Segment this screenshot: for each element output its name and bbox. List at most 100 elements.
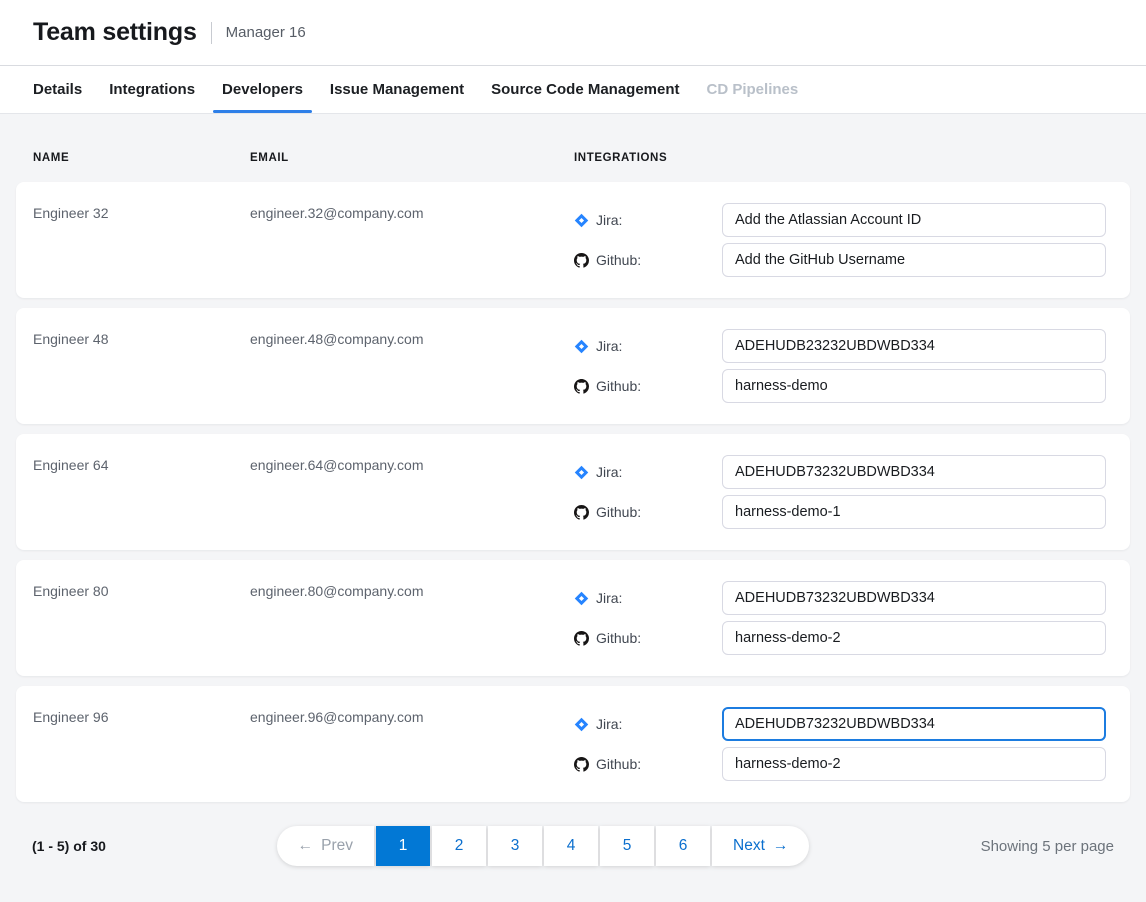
tab-label: Details (33, 81, 82, 98)
engineer-name: Engineer 96 (33, 707, 250, 783)
column-header-email: EMAIL (250, 152, 574, 164)
tab-developers[interactable]: Developers (222, 66, 303, 113)
tab-cd-pipelines: CD Pipelines (707, 66, 799, 113)
jira-account-id-input[interactable] (722, 203, 1106, 237)
pagination-bar: (1 - 5) of 30 ← Prev 1 2 3 4 5 6 Next → … (16, 826, 1130, 866)
jira-icon (574, 591, 589, 606)
page-number-button-6[interactable]: 6 (656, 826, 710, 866)
next-page-button[interactable]: Next → (712, 826, 809, 866)
page-header: Team settings Manager 16 (0, 0, 1146, 66)
tab-bar: Details Integrations Developers Issue Ma… (0, 66, 1146, 114)
page-number-button-1[interactable]: 1 (376, 826, 430, 866)
github-label-text: Github: (596, 756, 641, 772)
table-header-row: NAME EMAIL INTEGRATIONS (16, 130, 1130, 164)
tab-integrations[interactable]: Integrations (109, 66, 195, 113)
pager: ← Prev 1 2 3 4 5 6 Next → (277, 826, 810, 866)
jira-label-text: Jira: (596, 590, 622, 606)
github-icon (574, 757, 589, 772)
jira-label-text: Jira: (596, 716, 622, 732)
github-label: Github: (574, 756, 722, 772)
jira-label: Jira: (574, 212, 722, 228)
engineer-name: Engineer 64 (33, 455, 250, 531)
github-username-input[interactable] (722, 243, 1106, 277)
page-number-button-5[interactable]: 5 (600, 826, 654, 866)
jira-integration-line: Jira: (574, 707, 1106, 741)
github-username-input[interactable] (722, 747, 1106, 781)
title-divider (211, 22, 212, 44)
engineer-email: engineer.64@company.com (250, 455, 574, 531)
github-integration-line: Github: (574, 495, 1106, 529)
page-number-button-2[interactable]: 2 (432, 826, 486, 866)
jira-integration-line: Jira: (574, 455, 1106, 489)
github-integration-line: Github: (574, 621, 1106, 655)
github-label: Github: (574, 630, 722, 646)
github-username-input[interactable] (722, 621, 1106, 655)
engineer-name: Engineer 48 (33, 329, 250, 405)
jira-label: Jira: (574, 464, 722, 480)
github-integration-line: Github: (574, 369, 1106, 403)
github-icon (574, 631, 589, 646)
table-row: Engineer 80 engineer.80@company.com Jira… (16, 560, 1130, 676)
jira-account-id-input[interactable] (722, 329, 1106, 363)
integrations-cell: Jira: Github: (574, 455, 1106, 531)
engineer-email: engineer.32@company.com (250, 203, 574, 279)
jira-account-id-input[interactable] (722, 707, 1106, 741)
github-label: Github: (574, 378, 722, 394)
jira-label: Jira: (574, 590, 722, 606)
developers-table: NAME EMAIL INTEGRATIONS Engineer 32 engi… (0, 114, 1146, 866)
jira-integration-line: Jira: (574, 203, 1106, 237)
jira-account-id-input[interactable] (722, 581, 1106, 615)
github-label-text: Github: (596, 252, 641, 268)
arrow-left-icon: ← (298, 837, 314, 855)
github-username-input[interactable] (722, 369, 1106, 403)
github-integration-line: Github: (574, 747, 1106, 781)
github-username-input[interactable] (722, 495, 1106, 529)
github-label-text: Github: (596, 504, 641, 520)
github-icon (574, 505, 589, 520)
integrations-cell: Jira: Github: (574, 329, 1106, 405)
per-page-label: Showing 5 per page (981, 838, 1114, 855)
table-body: Engineer 32 engineer.32@company.com Jira… (16, 182, 1130, 802)
tab-details[interactable]: Details (33, 66, 82, 113)
tab-issue-management[interactable]: Issue Management (330, 66, 464, 113)
engineer-email: engineer.48@company.com (250, 329, 574, 405)
engineer-email: engineer.80@company.com (250, 581, 574, 657)
github-label: Github: (574, 252, 722, 268)
page-number-button-3[interactable]: 3 (488, 826, 542, 866)
table-row: Engineer 64 engineer.64@company.com Jira… (16, 434, 1130, 550)
jira-integration-line: Jira: (574, 329, 1106, 363)
engineer-email: engineer.96@company.com (250, 707, 574, 783)
tab-label: Integrations (109, 81, 195, 98)
pagination-range-label: (1 - 5) of 30 (32, 838, 106, 854)
page-number-button-4[interactable]: 4 (544, 826, 598, 866)
table-row: Engineer 96 engineer.96@company.com Jira… (16, 686, 1130, 802)
integrations-cell: Jira: Github: (574, 203, 1106, 279)
jira-icon (574, 339, 589, 354)
github-label-text: Github: (596, 630, 641, 646)
jira-label-text: Jira: (596, 212, 622, 228)
table-row: Engineer 48 engineer.48@company.com Jira… (16, 308, 1130, 424)
jira-label-text: Jira: (596, 464, 622, 480)
integrations-cell: Jira: Github: (574, 581, 1106, 657)
jira-icon (574, 213, 589, 228)
column-header-integrations: INTEGRATIONS (574, 152, 1106, 164)
column-header-name: NAME (33, 152, 250, 164)
jira-icon (574, 465, 589, 480)
page-title: Team settings (33, 18, 197, 47)
prev-label: Prev (321, 837, 353, 855)
engineer-name: Engineer 32 (33, 203, 250, 279)
tab-label: Developers (222, 81, 303, 98)
next-label: Next (733, 837, 765, 855)
integrations-cell: Jira: Github: (574, 707, 1106, 783)
tab-label: CD Pipelines (707, 81, 799, 98)
github-label: Github: (574, 504, 722, 520)
github-label-text: Github: (596, 378, 641, 394)
jira-integration-line: Jira: (574, 581, 1106, 615)
github-icon (574, 379, 589, 394)
tab-source-code-management[interactable]: Source Code Management (491, 66, 679, 113)
prev-page-button[interactable]: ← Prev (277, 826, 374, 866)
github-icon (574, 253, 589, 268)
engineer-name: Engineer 80 (33, 581, 250, 657)
jira-icon (574, 717, 589, 732)
jira-account-id-input[interactable] (722, 455, 1106, 489)
